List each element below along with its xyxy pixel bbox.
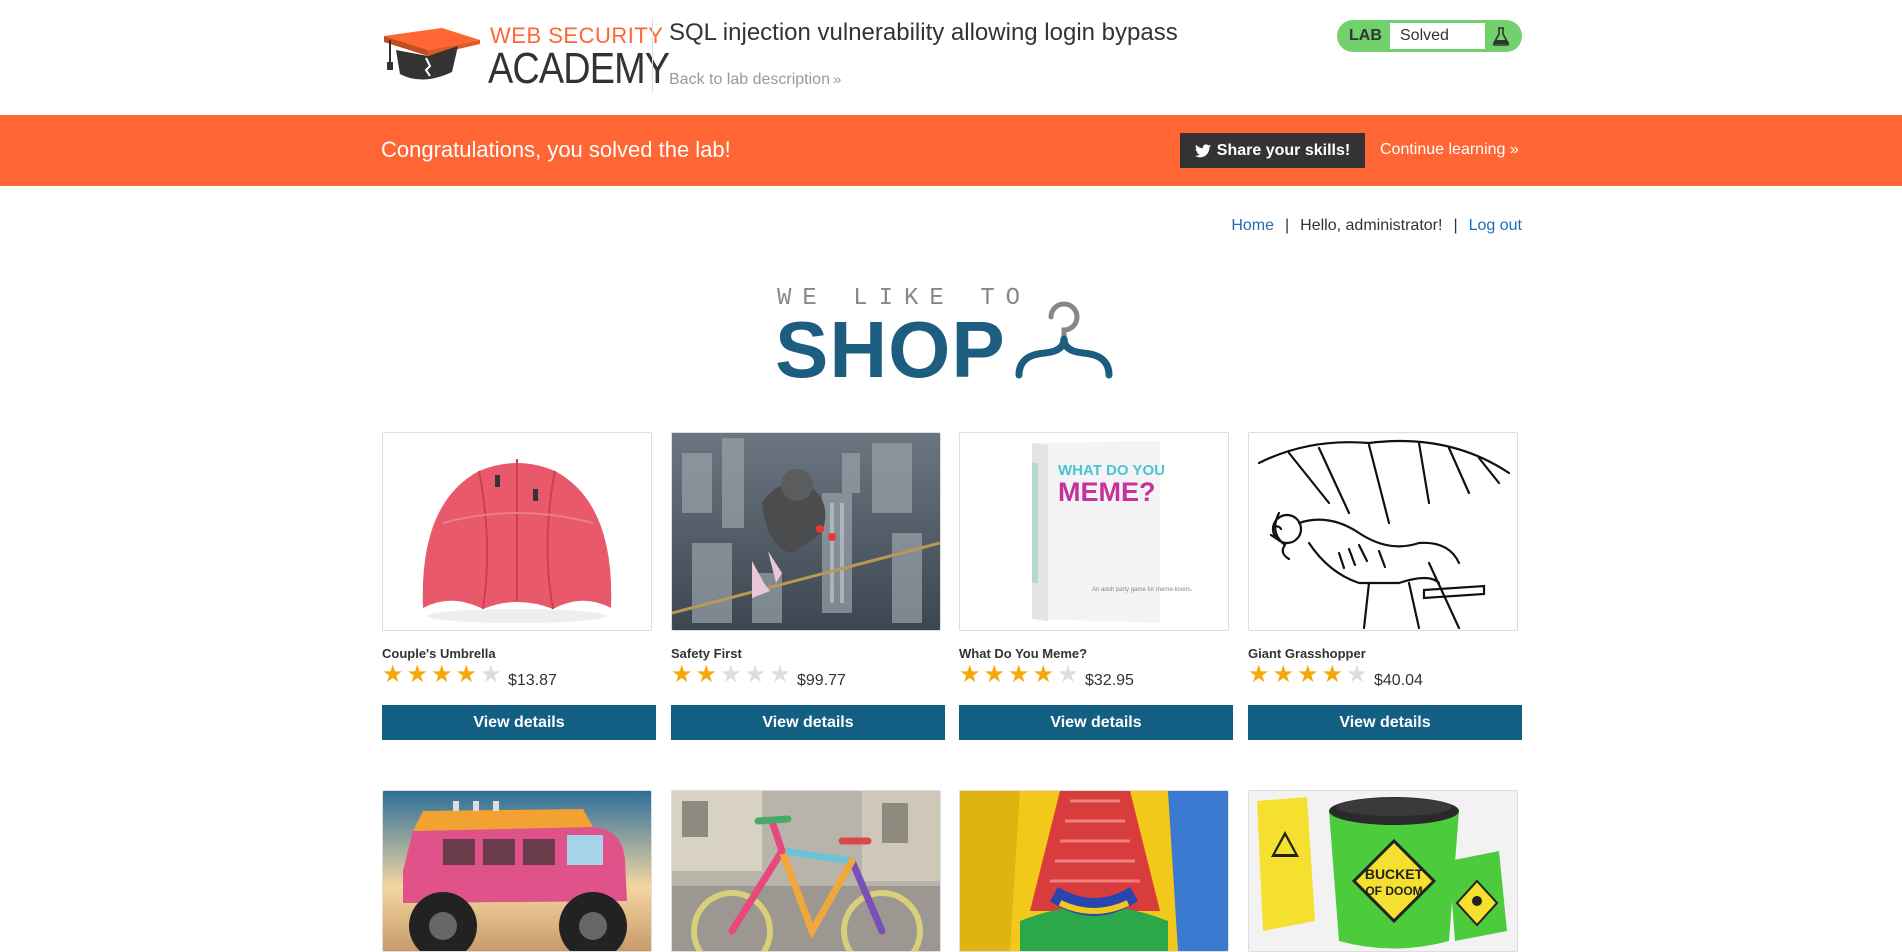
double-chevron-right-icon: »: [832, 71, 842, 88]
lab-title: SQL injection vulnerability allowing log…: [669, 19, 1178, 46]
graduation-cap-icon: [384, 28, 480, 80]
back-link-label: Back to lab description: [669, 71, 830, 88]
hero-title: SHOP: [775, 305, 1006, 394]
product-price: $13.87: [508, 672, 557, 689]
site-header: WEB SECURITY ACADEMY SQL injection vulne…: [0, 0, 1902, 115]
meme-box-line2: MEME?: [1058, 477, 1156, 507]
web-security-academy-logo[interactable]: WEB SECURITY ACADEMY: [382, 20, 670, 93]
star-icon: ★: [455, 661, 478, 688]
star-icon: ★: [382, 661, 404, 688]
star-icon: ★: [1321, 661, 1344, 688]
star-empty-icon: ★: [744, 661, 767, 688]
header-divider: [652, 19, 653, 92]
star-icon: ★: [1272, 661, 1295, 688]
double-chevron-right-icon: »: [1509, 141, 1519, 158]
lab-status: Solved: [1390, 23, 1485, 49]
bucket-label-line2: OF DOOM: [1365, 884, 1422, 898]
product-name: Giant Grasshopper: [1248, 646, 1366, 661]
star-icon: ★: [1008, 661, 1030, 688]
product-image-what-do-you-meme: WHAT DO YOU MEME? An adult party game fo…: [959, 432, 1229, 631]
logo-text-bottom: ACADEMY: [488, 44, 670, 93]
clothes-hanger-icon: [1015, 301, 1113, 379]
flask-icon: [1492, 27, 1510, 46]
back-to-lab-description-link[interactable]: Back to lab description»: [669, 71, 841, 89]
product-image-safety-first: [671, 432, 941, 631]
shop-hero-logo: WE LIKE TO SHOP: [775, 283, 1135, 390]
view-details-button[interactable]: View details: [671, 705, 945, 740]
lab-status-badge: LAB Solved: [1337, 20, 1522, 52]
star-icon: ★: [983, 661, 1006, 688]
lab-label: LAB: [1349, 27, 1382, 44]
product-image-bucket-of-doom: BUCKET OF DOOM: [1248, 790, 1518, 952]
view-details-button[interactable]: View details: [1248, 705, 1522, 740]
star-empty-icon: ★: [1346, 661, 1368, 688]
congratulations-message: Congratulations, you solved the lab!: [381, 137, 731, 162]
star-icon: ★: [406, 661, 429, 688]
product-image-umbrella: [382, 432, 652, 631]
star-icon: ★: [1248, 661, 1270, 688]
meme-box-small: An adult party game for meme-lovers.: [1092, 587, 1193, 593]
product-name: What Do You Meme?: [959, 646, 1088, 661]
product-rating: ★ ★ ★ ★ ★: [959, 663, 1079, 687]
lab-solved-banner: Congratulations, you solved the lab! Sha…: [0, 115, 1902, 186]
continue-learning-label: Continue learning: [1380, 141, 1506, 158]
product-image-giant-grasshopper: [1248, 432, 1518, 631]
product-image-inflatable-slide: [959, 790, 1229, 952]
continue-learning-link[interactable]: Continue learning »: [1380, 141, 1519, 159]
star-icon: ★: [431, 661, 453, 688]
logout-link[interactable]: Log out: [1469, 217, 1522, 235]
star-empty-icon: ★: [1057, 661, 1079, 688]
view-details-button[interactable]: View details: [959, 705, 1233, 740]
share-skills-label: Share your skills!: [1216, 141, 1351, 159]
star-empty-icon: ★: [720, 661, 742, 688]
star-empty-icon: ★: [480, 661, 502, 688]
star-icon: ★: [695, 661, 718, 688]
product-image-knitted-bicycle: [671, 790, 941, 952]
nav-separator: |: [1285, 217, 1290, 234]
nav-separator: |: [1453, 217, 1458, 234]
product-name: Safety First: [671, 646, 742, 661]
star-icon: ★: [1297, 661, 1319, 688]
product-price: $32.95: [1085, 672, 1134, 689]
share-skills-button[interactable]: Share your skills!: [1180, 133, 1365, 168]
star-icon: ★: [1032, 661, 1055, 688]
star-empty-icon: ★: [769, 661, 791, 688]
star-icon: ★: [671, 661, 693, 688]
account-nav: Home | Hello, administrator! | Log out: [1231, 217, 1522, 235]
product-name: Couple's Umbrella: [382, 646, 496, 661]
twitter-icon: [1194, 143, 1211, 157]
product-rating: ★ ★ ★ ★ ★: [671, 663, 791, 687]
bucket-label-line1: BUCKET: [1365, 866, 1424, 882]
user-greeting: Hello, administrator!: [1300, 217, 1443, 234]
view-details-button[interactable]: View details: [382, 705, 656, 740]
product-price: $40.04: [1374, 672, 1423, 689]
product-rating: ★ ★ ★ ★ ★: [1248, 663, 1368, 687]
home-link[interactable]: Home: [1231, 217, 1274, 235]
product-price: $99.77: [797, 672, 846, 689]
product-image-monster-van: [382, 790, 652, 952]
star-icon: ★: [959, 661, 981, 688]
product-rating: ★ ★ ★ ★ ★: [382, 663, 502, 687]
